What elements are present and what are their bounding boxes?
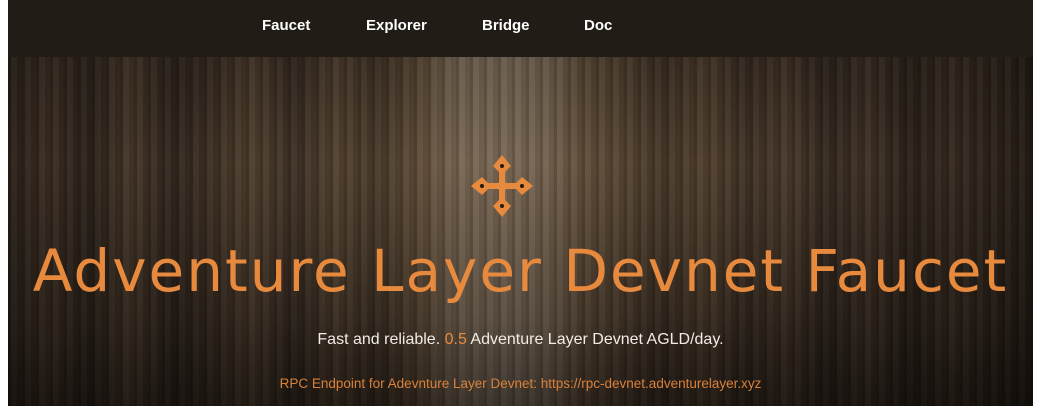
tagline-suffix: Adventure Layer Devnet AGLD/day. <box>466 331 724 348</box>
top-navigation: Faucet Explorer Bridge Doc <box>8 0 1033 57</box>
nav-link-doc[interactable]: Doc <box>584 17 612 34</box>
compass-star-icon <box>471 155 533 217</box>
hero-background-shade <box>8 57 1033 406</box>
tagline-prefix: Fast and reliable. <box>317 331 445 348</box>
nav-link-bridge[interactable]: Bridge <box>482 17 530 34</box>
hero-banner: Adventure Layer Devnet Faucet Fast and r… <box>8 57 1033 406</box>
tagline: Fast and reliable. 0.5 Adventure Layer D… <box>8 331 1033 349</box>
rpc-endpoint-text: RPC Endpoint for Adevnture Layer Devnet:… <box>279 376 762 391</box>
daily-amount: 0.5 <box>444 331 467 348</box>
page-title: Adventure Layer Devnet Faucet <box>32 237 1009 305</box>
page-frame: Faucet Explorer Bridge Doc Adventure Lay… <box>8 0 1033 406</box>
nav-link-explorer[interactable]: Explorer <box>366 17 427 34</box>
nav-link-faucet[interactable]: Faucet <box>262 17 310 34</box>
